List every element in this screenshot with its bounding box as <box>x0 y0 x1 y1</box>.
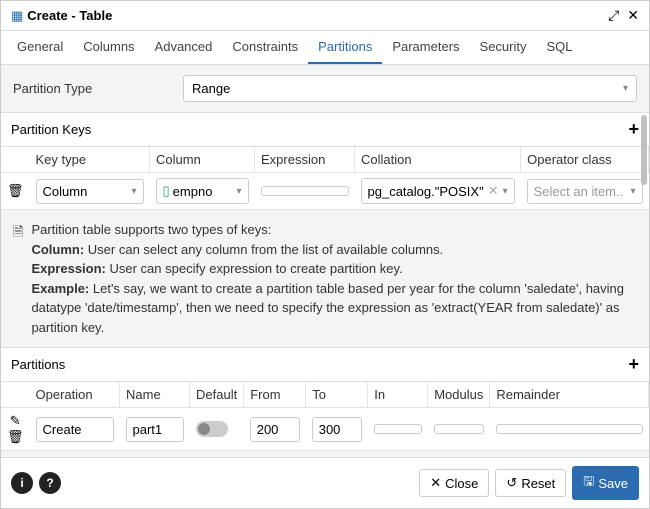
partition-type-label: Partition Type <box>13 81 183 96</box>
close-button[interactable]: ✕Close <box>419 469 489 497</box>
to-input[interactable]: 300 <box>312 417 362 442</box>
info-button[interactable]: i <box>11 472 33 494</box>
col-expression: Expression <box>255 147 355 173</box>
col-operation: Operation <box>30 382 120 408</box>
collation-select[interactable]: pg_catalog."POSIX"✕▾ <box>361 178 515 204</box>
col-keytype: Key type <box>30 147 150 173</box>
col-from: From <box>244 382 306 408</box>
x-icon: ✕ <box>430 475 441 491</box>
help-button[interactable]: ? <box>39 472 61 494</box>
partition-type-select[interactable]: Range▾ <box>183 75 637 102</box>
close-icon[interactable]: ✕ <box>627 7 639 24</box>
dialog-title: Create - Table <box>27 8 600 23</box>
name-input[interactable]: part1 <box>126 417 184 442</box>
tab-bar: General Columns Advanced Constraints Par… <box>1 31 649 65</box>
tab-partitions[interactable]: Partitions <box>308 31 382 64</box>
tab-parameters[interactable]: Parameters <box>382 31 469 64</box>
opclass-select[interactable]: Select an item..▾ <box>527 179 643 204</box>
add-partition-button[interactable]: + <box>628 354 639 375</box>
default-toggle[interactable] <box>196 421 228 437</box>
delete-key-icon[interactable]: 🗑 <box>7 183 24 198</box>
partitions-table: Operation Name Default From To In Modulu… <box>1 382 649 451</box>
chevron-down-icon: ▾ <box>623 83 628 94</box>
table-icon: ▦ <box>11 8 23 24</box>
reset-icon: ↺ <box>506 475 517 491</box>
tab-security[interactable]: Security <box>470 31 537 64</box>
reset-button[interactable]: ↺Reset <box>495 469 566 497</box>
tab-general[interactable]: General <box>7 31 73 64</box>
column-icon: ▯ <box>163 183 170 199</box>
tab-sql[interactable]: SQL <box>537 31 583 64</box>
expression-input[interactable] <box>261 186 349 196</box>
tab-columns[interactable]: Columns <box>73 31 144 64</box>
from-input[interactable]: 200 <box>250 417 300 442</box>
scrollbar[interactable] <box>641 65 647 457</box>
tab-advanced[interactable]: Advanced <box>145 31 223 64</box>
keys-table: Key type Column Expression Collation Ope… <box>1 147 649 210</box>
add-key-button[interactable]: + <box>628 119 639 140</box>
col-collation: Collation <box>355 147 521 173</box>
col-column: Column <box>150 147 255 173</box>
clear-icon[interactable]: ✕ <box>488 183 499 199</box>
remainder-input[interactable] <box>496 424 643 434</box>
keys-help-text: Partition table supports two types of ke… <box>31 220 637 337</box>
modulus-input[interactable] <box>434 424 484 434</box>
save-button[interactable]: 🖫Save <box>572 466 639 500</box>
col-modulus: Modulus <box>428 382 490 408</box>
keytype-select[interactable]: Column▾ <box>36 179 144 204</box>
note-icon: 🗎 <box>13 222 23 337</box>
key-row: 🗑 Column▾ ▯empno▾ pg_catalog."POSIX"✕▾ S… <box>1 173 649 210</box>
column-select[interactable]: ▯empno▾ <box>156 178 249 204</box>
delete-row-icon[interactable]: 🗑 <box>7 429 24 444</box>
col-remainder: Remainder <box>490 382 649 408</box>
col-default: Default <box>190 382 244 408</box>
col-to: To <box>306 382 368 408</box>
tab-constraints[interactable]: Constraints <box>222 31 308 64</box>
in-input[interactable] <box>374 424 422 434</box>
operation-input[interactable]: Create <box>36 417 114 442</box>
col-in: In <box>368 382 428 408</box>
save-icon: 🖫 <box>583 472 594 494</box>
col-name: Name <box>120 382 190 408</box>
partition-keys-title: Partition Keys <box>11 122 91 137</box>
col-opclass: Operator class <box>521 147 649 173</box>
edit-row-icon[interactable]: ✎ <box>10 413 21 428</box>
partitions-title: Partitions <box>11 357 65 372</box>
partition-row: ✎ 🗑 Create part1 200 300 <box>1 408 649 451</box>
maximize-icon[interactable]: ⤢ <box>608 7 619 24</box>
